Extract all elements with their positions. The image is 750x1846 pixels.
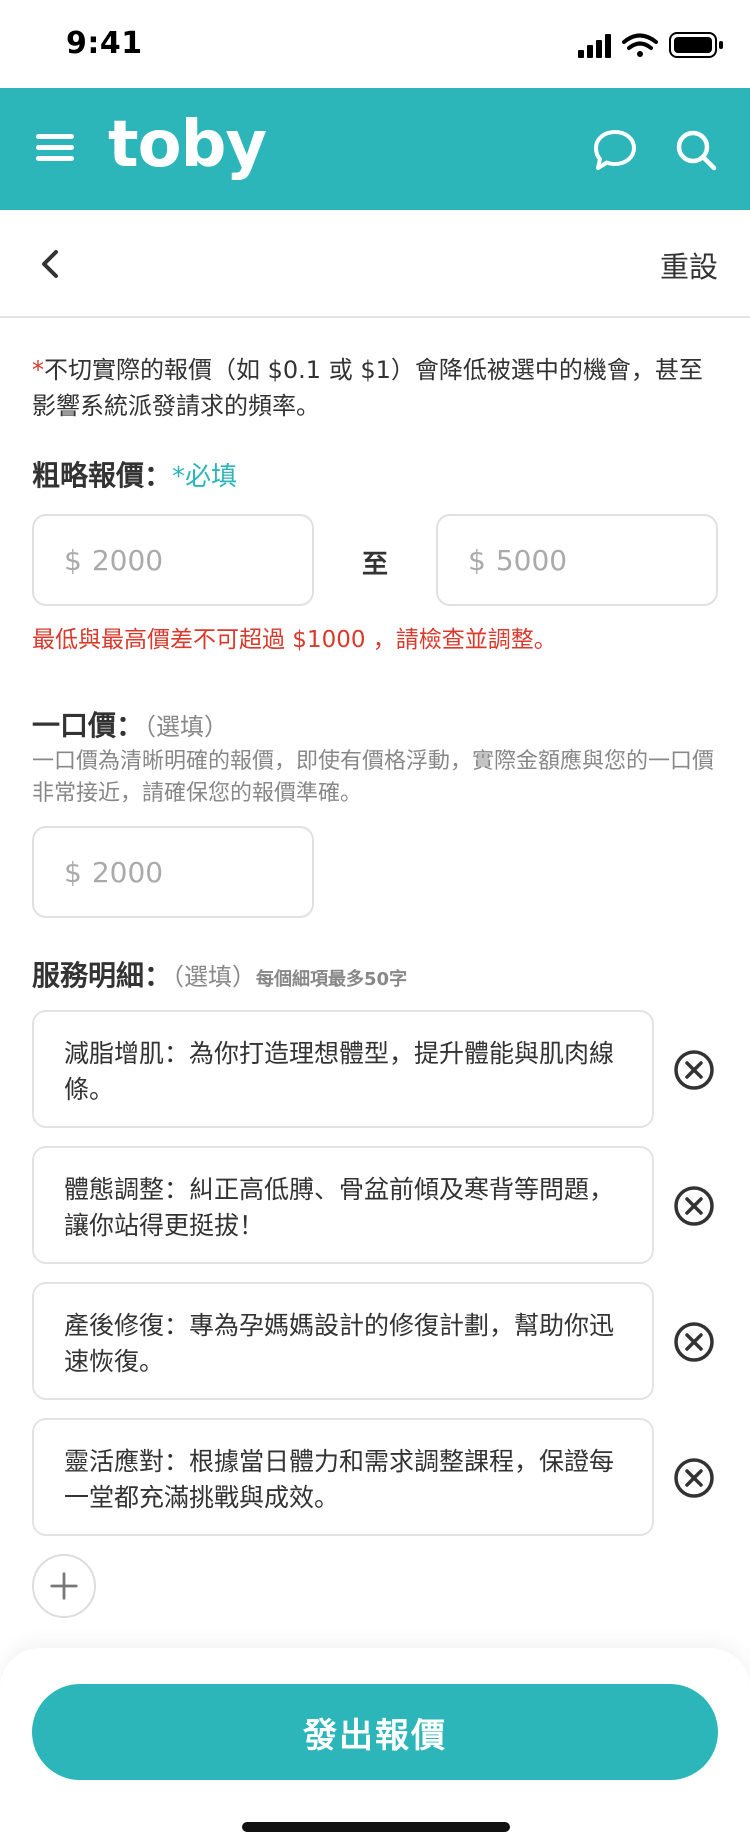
battery-icon bbox=[669, 32, 723, 58]
remove-item-icon[interactable] bbox=[672, 1048, 716, 1092]
status-icons bbox=[578, 32, 723, 58]
toby-logo[interactable]: toby bbox=[108, 108, 267, 182]
min-price-placeholder: 2000 bbox=[91, 543, 164, 577]
remove-item-icon[interactable] bbox=[672, 1456, 716, 1500]
fixed-price-title: 一口價： bbox=[32, 709, 145, 742]
price-range-error: 最低與最高價差不可超過 $1000 ，請檢查並調整。 bbox=[32, 627, 557, 653]
app-header: toby bbox=[0, 88, 750, 210]
add-item-button[interactable] bbox=[32, 1554, 96, 1618]
service-details-title: 服務明細： bbox=[32, 959, 173, 992]
currency-symbol: $ bbox=[64, 855, 82, 889]
remove-item-icon[interactable] bbox=[672, 1184, 716, 1228]
optional-tag: （選填） bbox=[144, 713, 229, 741]
price-warning: *不切實際的報價（如 $0.1 或 $1）會降低被選中的機會，甚至影響系統派發請… bbox=[32, 352, 722, 424]
fixed-price-hint: 一口價為清晰明確的報價，即使有價格浮動，實際金額應與您的一口價非常接近，請確保您… bbox=[32, 749, 715, 806]
status-bar: 9:41 bbox=[0, 0, 750, 88]
signal-icon bbox=[578, 34, 611, 58]
required-tag: *必填 bbox=[172, 462, 238, 492]
remove-item-icon[interactable] bbox=[672, 1320, 716, 1364]
min-price-input[interactable]: $2000 bbox=[32, 514, 314, 606]
reset-button[interactable]: 重設 bbox=[660, 244, 718, 286]
rough-price-label: 粗略報價：*必填 bbox=[32, 454, 237, 494]
service-detail-input[interactable]: 體態調整：糾正高低膊、骨盆前傾及寒背等問題，讓你站得更挺拔！ bbox=[32, 1146, 654, 1264]
fixed-price-placeholder: 2000 bbox=[91, 855, 164, 889]
fixed-price-input[interactable]: $2000 bbox=[32, 826, 314, 918]
chat-icon[interactable] bbox=[592, 128, 638, 172]
bottom-action-bar: 發出報價 bbox=[0, 1648, 750, 1846]
warning-text: 不切實際的報價（如 $0.1 或 $1）會降低被選中的機會，甚至影響系統派發請求… bbox=[32, 356, 703, 420]
service-detail-input[interactable]: 靈活應對：根據當日體力和需求調整課程，保證每一堂都充滿挑戰與成效。 bbox=[32, 1418, 654, 1536]
max-price-placeholder: 5000 bbox=[495, 543, 568, 577]
currency-symbol: $ bbox=[468, 543, 486, 577]
service-details-label: 服務明細：（選填）每個細項最多50字 bbox=[32, 954, 407, 994]
rough-price-title: 粗略報價： bbox=[32, 459, 173, 492]
wifi-icon bbox=[622, 33, 658, 57]
range-to-label: 至 bbox=[362, 550, 389, 580]
search-icon[interactable] bbox=[674, 128, 718, 172]
service-detail-input[interactable]: 產後修復：專為孕媽媽設計的修復計劃，幫助你迅速恢復。 bbox=[32, 1282, 654, 1400]
max-price-input[interactable]: $5000 bbox=[436, 514, 718, 606]
status-time: 9:41 bbox=[66, 26, 143, 61]
submit-quote-button[interactable]: 發出報價 bbox=[32, 1684, 718, 1780]
back-icon[interactable] bbox=[36, 246, 66, 282]
char-limit-note: 每個細項最多50字 bbox=[256, 969, 408, 990]
sub-nav: 重設 bbox=[0, 210, 750, 318]
service-detail-input[interactable]: 減脂增肌：為你打造理想體型，提升體能與肌肉線條。 bbox=[32, 1010, 654, 1128]
menu-icon[interactable] bbox=[36, 132, 76, 164]
currency-symbol: $ bbox=[64, 543, 82, 577]
fixed-price-label: 一口價：（選填） bbox=[32, 704, 228, 744]
optional-tag: （選填） bbox=[172, 963, 257, 991]
home-indicator bbox=[242, 1822, 510, 1832]
warning-star: * bbox=[32, 356, 44, 384]
